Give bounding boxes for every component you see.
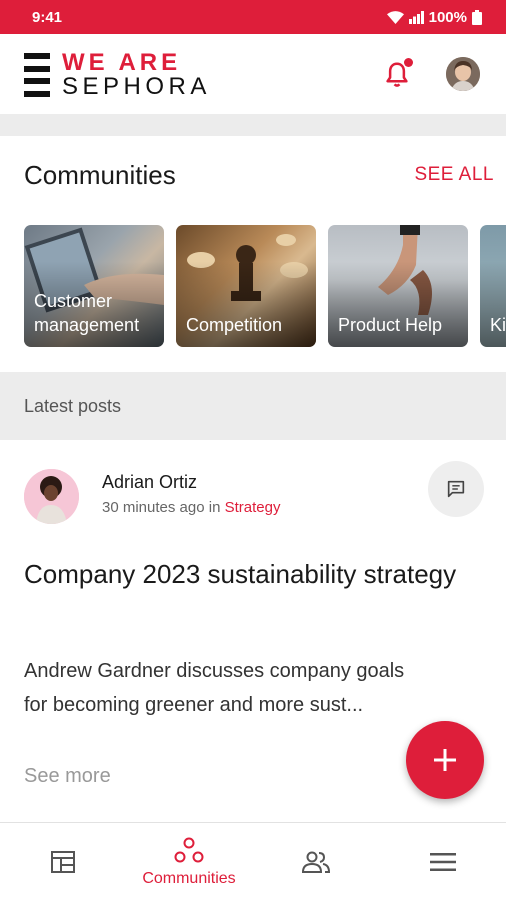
latest-posts-header: Latest posts	[0, 372, 506, 440]
communities-icon	[174, 837, 204, 863]
card-label: Ki	[490, 315, 506, 335]
feed-icon	[51, 851, 75, 873]
post-excerpt: Andrew Gardner discusses company goals f…	[24, 660, 405, 716]
nav-communities[interactable]: Communities	[126, 823, 252, 900]
community-card-competition[interactable]: Competition	[176, 225, 316, 347]
nav-menu[interactable]	[380, 823, 506, 900]
card-label: Customer management	[34, 291, 140, 335]
author-avatar[interactable]	[24, 469, 79, 524]
profile-photo	[446, 57, 480, 91]
nav-feed[interactable]	[0, 823, 126, 900]
sephora-logo: WE ARE SEPHORA	[24, 51, 211, 99]
notification-dot	[404, 58, 413, 67]
bottom-navigation: Communities	[0, 822, 506, 900]
wifi-icon	[386, 10, 404, 24]
status-time: 9:41	[32, 8, 63, 26]
see-all-link[interactable]: SEE ALL	[414, 164, 494, 186]
post-title[interactable]: Company 2023 sustainability strategy	[24, 555, 464, 594]
communities-section: Communities SEE ALL Customer management …	[0, 136, 506, 372]
community-card-partial[interactable]: Ki	[480, 225, 506, 347]
notifications-button[interactable]	[382, 58, 414, 90]
community-card-product-help[interactable]: Product Help	[328, 225, 468, 347]
post-community-link[interactable]: Strategy	[225, 499, 281, 516]
logo-bars	[24, 53, 50, 97]
battery-icon	[472, 9, 482, 25]
profile-avatar[interactable]	[446, 57, 480, 91]
post-time: 30 minutes ago in	[102, 499, 221, 516]
plus-icon	[434, 749, 456, 771]
community-card-customer-management[interactable]: Customer management	[24, 225, 164, 347]
status-bar: 9:41 100%	[0, 0, 506, 34]
menu-icon	[430, 853, 456, 871]
communities-title: Communities	[24, 160, 176, 190]
post-author[interactable]: Adrian Ortiz	[102, 472, 197, 493]
nav-people[interactable]	[253, 823, 379, 900]
latest-posts-label: Latest posts	[24, 396, 122, 416]
section-divider	[0, 114, 506, 136]
people-icon	[301, 851, 331, 873]
author-photo	[24, 469, 79, 524]
card-label: Competition	[186, 315, 283, 335]
comment-button[interactable]	[428, 461, 484, 517]
logo-line-2: SEPHORA	[62, 73, 211, 100]
status-icons: 100%	[386, 8, 482, 26]
see-more-link[interactable]: See more	[24, 765, 111, 788]
nav-communities-label: Communities	[142, 870, 236, 887]
battery-percent: 100%	[428, 8, 467, 26]
post-meta: 30 minutes ago in Strategy	[102, 499, 280, 516]
logo-line-1: WE ARE	[62, 49, 182, 76]
create-post-button[interactable]	[406, 721, 484, 799]
app-header: WE ARE SEPHORA	[0, 34, 506, 114]
comment-icon	[447, 480, 465, 498]
card-label: Product Help	[338, 315, 443, 335]
community-cards: Customer management Competition Product …	[24, 225, 506, 347]
signal-icon	[408, 10, 424, 24]
